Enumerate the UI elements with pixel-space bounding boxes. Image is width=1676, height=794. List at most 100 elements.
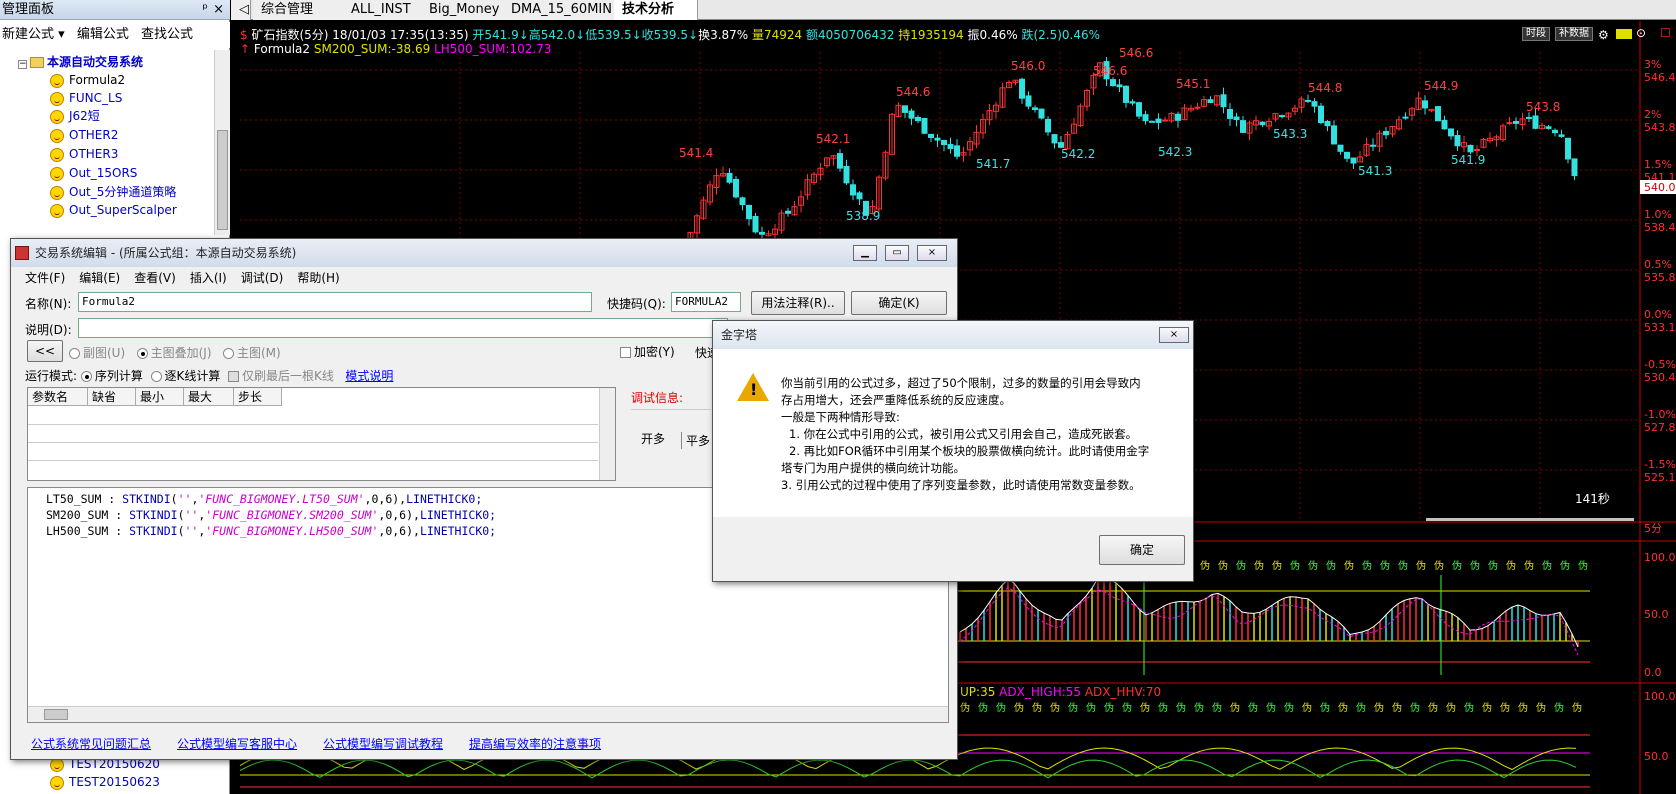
trough-label: 542.3: [1158, 145, 1192, 159]
formula-name: Formula2: [253, 42, 311, 56]
signal-mark: 伪: [1482, 702, 1492, 714]
desc-input[interactable]: [78, 318, 728, 338]
candle-body: [1552, 129, 1558, 134]
trough-label: 541.7: [976, 157, 1010, 171]
candle-body: [1441, 119, 1448, 130]
quote-line: $ 矿石指数(5分) 18/01/03 17:35(13:35) 开541.9↓…: [240, 26, 1100, 43]
signal-mark: 伪: [1302, 702, 1312, 714]
candle-body: [1051, 134, 1058, 144]
candle-body: [1422, 100, 1428, 109]
col-step: 步长: [234, 388, 282, 406]
info-icon[interactable]: ⊙: [1636, 26, 1646, 40]
signal-mark: 伪: [1248, 702, 1258, 714]
app-icon: [15, 246, 29, 260]
axis-pct-label: -1.0%: [1644, 408, 1676, 421]
param-table[interactable]: 参数名 缺省 最小 最大 步长: [27, 387, 616, 481]
radio-overlay[interactable]: [136, 348, 148, 359]
signal-mark: 伪: [1290, 560, 1300, 572]
candle-body: [1155, 118, 1162, 123]
editor-title: 交易系统编辑 - (所属公式组：本源自动交易系统): [35, 246, 297, 260]
alert-line: 存占用增大，还会严重降低系统的反应速度。: [781, 393, 1011, 407]
row-divider: [28, 424, 598, 425]
warning-icon: !: [737, 373, 769, 401]
encrypt-checkbox[interactable]: 加密(Y): [620, 343, 675, 360]
shortcut-input[interactable]: FORMULA2: [671, 292, 741, 312]
faq-link[interactable]: 公式系统常见问题汇总: [31, 735, 151, 752]
signal-mark: 伪: [1500, 702, 1510, 714]
radio-series[interactable]: [80, 371, 92, 382]
trough-label: 541.3: [1358, 164, 1392, 178]
quote-hold: 持1935194: [898, 28, 964, 42]
signal-mark: 伪: [1446, 702, 1456, 714]
radio-main[interactable]: [222, 348, 234, 359]
checkbox[interactable]: [620, 347, 631, 358]
name-input[interactable]: Formula2: [78, 292, 592, 312]
chip-icon[interactable]: [1616, 29, 1632, 39]
mode-series-label: 序列计算: [94, 369, 143, 383]
axis-price-label: 538.4: [1644, 221, 1676, 234]
signal-mark: 伪: [1230, 702, 1240, 714]
peak-label: 542.1: [816, 132, 850, 146]
signal-mark: 伪: [1338, 702, 1348, 714]
window-icon[interactable]: ☐: [1660, 26, 1671, 40]
ok-button[interactable]: 确定(K): [851, 291, 947, 315]
candle-body: [746, 204, 752, 220]
menu-insert[interactable]: 插入(I): [190, 271, 227, 285]
trade-tabs: 开多 平多: [631, 409, 711, 479]
axis-pct-label: -0.5%: [1644, 358, 1676, 371]
alert-line: 一般是下两种情形导致:: [781, 410, 900, 424]
peak-label: 546.0: [1011, 59, 1045, 73]
menu-debug[interactable]: 调试(D): [241, 271, 284, 285]
session-button[interactable]: 时段: [1522, 27, 1550, 41]
fill-data-button[interactable]: 补数据: [1555, 27, 1593, 41]
candle-body: [1149, 120, 1155, 123]
minimize-button[interactable]: ▁: [853, 245, 877, 261]
trough-label: 538.9: [846, 209, 880, 223]
tips-link[interactable]: 提高编写效率的注意事项: [469, 735, 601, 752]
candle-body: [1305, 99, 1311, 102]
row-divider: [28, 442, 598, 443]
axis-pct-label: -1.5%: [1644, 458, 1676, 471]
peak-label: 544.8: [1308, 81, 1342, 95]
desc-label: 说明(D):: [25, 323, 72, 337]
candle-body: [843, 165, 850, 184]
osc-line2: [959, 586, 1579, 656]
candle-body: [1474, 148, 1480, 151]
hscroll-thumb[interactable]: [44, 709, 68, 720]
signal-mark: 伪: [1272, 560, 1282, 572]
tutorial-link[interactable]: 公式模型编写调试教程: [323, 735, 443, 752]
candle-body: [1337, 144, 1344, 152]
code-hscrollbar[interactable]: [28, 706, 948, 722]
candle-body: [1571, 158, 1578, 177]
table-scrollbar[interactable]: [599, 388, 615, 480]
candle-body: [941, 140, 947, 146]
candle-body: [902, 105, 908, 113]
mode-help-link[interactable]: 模式说明: [345, 369, 393, 383]
tab-close-long[interactable]: 平多: [681, 432, 710, 449]
formula-lh500: LH500_SUM:102.73: [434, 42, 552, 56]
close-button[interactable]: ×: [917, 245, 947, 261]
trough-label: 543.3: [1273, 127, 1307, 141]
menu-help[interactable]: 帮助(H): [297, 271, 339, 285]
gear-icon[interactable]: ⚙: [1598, 28, 1609, 42]
usage-notes-button[interactable]: 用法注释(R)..: [751, 291, 845, 315]
collapse-button[interactable]: <<: [27, 340, 63, 362]
menu-file[interactable]: 文件(F): [25, 271, 65, 285]
candle-body: [1207, 99, 1214, 104]
maximize-button[interactable]: ▭: [885, 245, 909, 261]
candle-body: [1259, 121, 1266, 126]
menu-view[interactable]: 查看(V): [134, 271, 176, 285]
alert-close-button[interactable]: ×: [1159, 327, 1189, 343]
tab-open-long[interactable]: 开多: [641, 430, 665, 447]
candle-body: [726, 172, 733, 183]
alert-ok-button[interactable]: 确定: [1099, 535, 1185, 565]
signal-mark: 伪: [996, 702, 1006, 714]
radio-sub[interactable]: [69, 348, 80, 359]
menu-edit[interactable]: 编辑(E): [79, 271, 120, 285]
axis-pct-label: 3%: [1644, 58, 1661, 71]
last-bar-checkbox[interactable]: [228, 371, 240, 382]
support-link[interactable]: 公式模型编写客服中心: [177, 735, 297, 752]
candle-body: [759, 231, 765, 235]
signal-mark: 伪: [978, 702, 988, 714]
radio-per-bar[interactable]: [150, 371, 162, 382]
